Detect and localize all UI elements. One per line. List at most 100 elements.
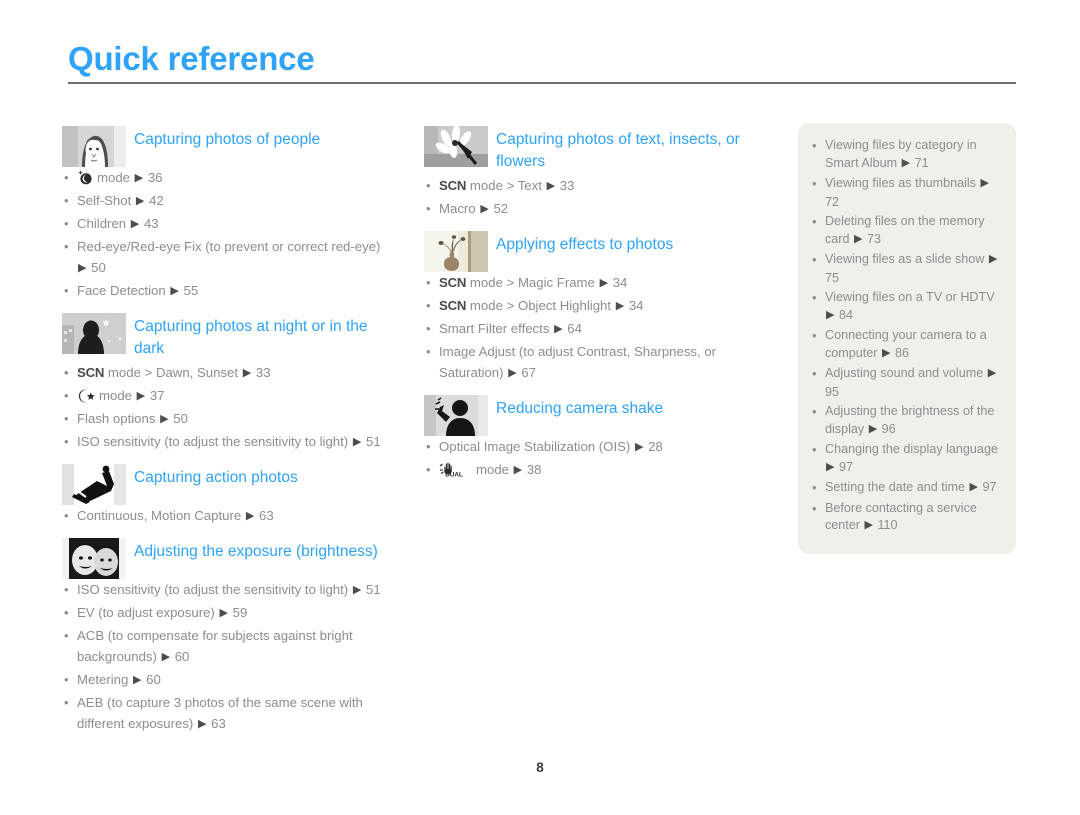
list-item[interactable]: Adjusting the brightness of the display …	[808, 403, 1002, 439]
list-item[interactable]: Setting the date and time ▶ 97	[808, 479, 1002, 498]
page-ref-arrow-icon: ▶	[826, 460, 835, 473]
list-item[interactable]: AEB (to capture 3 photos of the same sce…	[62, 692, 394, 736]
page-number: 8	[536, 760, 544, 775]
list-item[interactable]: SCN mode > Dawn, Sunset ▶ 33	[62, 362, 394, 385]
item-text: Macro	[439, 201, 476, 216]
item-text: mode	[97, 170, 130, 185]
quick-reference-section: Reducing camera shake Optical Image Stabi…	[424, 392, 764, 482]
list-item[interactable]: SCN mode > Magic Frame ▶ 34	[424, 272, 764, 295]
section-title[interactable]: Capturing photos at night or in the dark	[134, 310, 394, 360]
list-item[interactable]: ACB (to compensate for subjects against …	[62, 625, 394, 669]
section-title[interactable]: Applying effects to photos	[496, 228, 764, 256]
item-text: EV (to adjust exposure)	[77, 605, 215, 620]
list-item[interactable]: Connecting your camera to a computer ▶ 8…	[808, 327, 1002, 363]
list-item[interactable]: Smart Filter effects ▶ 64	[424, 318, 764, 341]
mode-label: SCN	[439, 178, 467, 193]
list-item[interactable]: Deleting files on the memory card ▶ 73	[808, 213, 1002, 249]
item-text: mode	[476, 462, 509, 477]
page-ref-number: 95	[825, 384, 840, 399]
page-ref-number: 97	[838, 459, 853, 474]
shaking-hand-photo-thumbnail	[424, 395, 488, 436]
list-item[interactable]: Metering ▶ 60	[62, 669, 394, 692]
list-item[interactable]: EV (to adjust exposure) ▶ 59	[62, 602, 394, 625]
list-item[interactable]: ISO sensitivity (to adjust the sensitivi…	[62, 579, 394, 602]
page-ref-number: 38	[526, 462, 542, 477]
quick-reference-page: Quick reference Capturing photos of peop…	[0, 0, 1080, 815]
dual-is-icon: DUAL	[439, 462, 473, 477]
page-ref-arrow-icon: ▶	[988, 253, 998, 265]
page-ref-arrow-icon: ▶	[170, 285, 179, 297]
page-ref-number: 59	[232, 605, 248, 620]
item-text: Deleting files on the memory card	[825, 214, 985, 246]
list-item[interactable]: Viewing files on a TV or HDTV ▶ 84	[808, 289, 1002, 325]
page-ref-arrow-icon: ▶	[480, 203, 489, 215]
list-item[interactable]: Before contacting a service center ▶ 110	[808, 500, 1002, 536]
section-title[interactable]: Adjusting the exposure (brightness)	[134, 535, 394, 563]
section-item-list: Continuous, Motion Capture ▶ 63	[62, 505, 394, 528]
item-text: Flash options	[77, 411, 156, 426]
flower-insect-photo-thumbnail	[424, 126, 488, 167]
page-ref-arrow-icon: ▶	[882, 346, 891, 359]
section-item-list: SCN mode > Text ▶ 33Macro ▶ 52	[424, 175, 764, 221]
list-item[interactable]: SCN mode > Text ▶ 33	[424, 175, 764, 198]
page-ref-number: 96	[881, 421, 896, 436]
item-text: Smart Filter effects	[439, 321, 550, 336]
list-item[interactable]: Red-eye/Red-eye Fix (to prevent or corre…	[62, 236, 394, 280]
item-text: mode > Dawn, Sunset	[107, 365, 239, 380]
section-item-list: Optical Image Stabilization (OIS) ▶ 28 D…	[424, 436, 764, 482]
page-ref-number: 34	[628, 298, 644, 313]
right-column: Viewing files by category in Smart Album…	[798, 123, 1016, 554]
section-title[interactable]: Reducing camera shake	[496, 392, 764, 420]
page-ref-number: 72	[825, 194, 840, 209]
item-text: mode > Object Highlight	[469, 298, 612, 313]
list-item[interactable]: Adjusting sound and volume ▶ 95	[808, 365, 1002, 401]
section-title[interactable]: Capturing photos of text, insects, or fl…	[496, 123, 764, 173]
list-item[interactable]: Viewing files as thumbnails ▶ 72	[808, 175, 1002, 211]
two-faces-photo-thumbnail	[62, 538, 126, 579]
list-item[interactable]: Viewing files as a slide show ▶ 75	[808, 251, 1002, 287]
page-ref-arrow-icon: ▶	[130, 218, 140, 230]
page-ref-arrow-icon: ▶	[132, 674, 142, 686]
page-ref-number: 51	[366, 434, 381, 449]
section-item-list: SCN mode > Dawn, Sunset ▶ 33 mode ▶ 37Fl…	[62, 362, 394, 454]
list-item[interactable]: DUAL mode ▶ 38	[424, 459, 764, 482]
list-item[interactable]: Image Adjust (to adjust Contrast, Sharpn…	[424, 341, 764, 385]
list-item[interactable]: Self-Shot ▶ 42	[62, 190, 394, 213]
page-ref-number: 36	[147, 170, 163, 185]
page-ref-arrow-icon: ▶	[161, 651, 171, 663]
list-item[interactable]: Optical Image Stabilization (OIS) ▶ 28	[424, 436, 764, 459]
section-header: Capturing photos of people	[62, 123, 394, 167]
list-item[interactable]: Face Detection ▶ 55	[62, 280, 394, 303]
item-text: ISO sensitivity (to adjust the sensitivi…	[77, 582, 349, 597]
page-ref-arrow-icon: ▶	[160, 413, 169, 425]
section-title[interactable]: Capturing photos of people	[134, 123, 394, 151]
list-item[interactable]: ISO sensitivity (to adjust the sensitivi…	[62, 431, 394, 454]
page-ref-number: 42	[149, 193, 164, 208]
section-title[interactable]: Capturing action photos	[134, 461, 394, 489]
quick-reference-section: Capturing photos of people mode ▶ 36Self…	[62, 123, 394, 303]
list-item[interactable]: Changing the display language ▶ 97	[808, 441, 1002, 477]
page-ref-arrow-icon: ▶	[969, 481, 978, 493]
page-ref-number: 33	[255, 365, 271, 380]
item-text: Optical Image Stabilization (OIS)	[439, 439, 631, 454]
page-ref-arrow-icon: ▶	[219, 607, 228, 619]
page-ref-number: 84	[838, 307, 853, 322]
page-ref-number: 75	[825, 270, 840, 285]
title-divider	[68, 82, 1016, 84]
vase-effects-photo-thumbnail	[424, 231, 488, 272]
page-ref-number: 63	[259, 508, 274, 523]
list-item[interactable]: Children ▶ 43	[62, 213, 394, 236]
list-item[interactable]: Flash options ▶ 50	[62, 408, 394, 431]
section-header: Capturing photos of text, insects, or fl…	[424, 123, 764, 173]
list-item[interactable]: mode ▶ 37	[62, 385, 394, 408]
page-ref-number: 63	[211, 716, 226, 731]
list-item[interactable]: Macro ▶ 52	[424, 198, 764, 221]
page-ref-arrow-icon: ▶	[352, 436, 362, 448]
list-item[interactable]: Continuous, Motion Capture ▶ 63	[62, 505, 394, 528]
quick-reference-section: Adjusting the exposure (brightness) ISO s…	[62, 535, 394, 736]
page-title: Quick reference	[68, 40, 315, 77]
page-ref-arrow-icon: ▶	[513, 464, 523, 476]
list-item[interactable]: Viewing files by category in Smart Album…	[808, 137, 1002, 173]
list-item[interactable]: mode ▶ 36	[62, 167, 394, 190]
list-item[interactable]: SCN mode > Object Highlight ▶ 34	[424, 295, 764, 318]
